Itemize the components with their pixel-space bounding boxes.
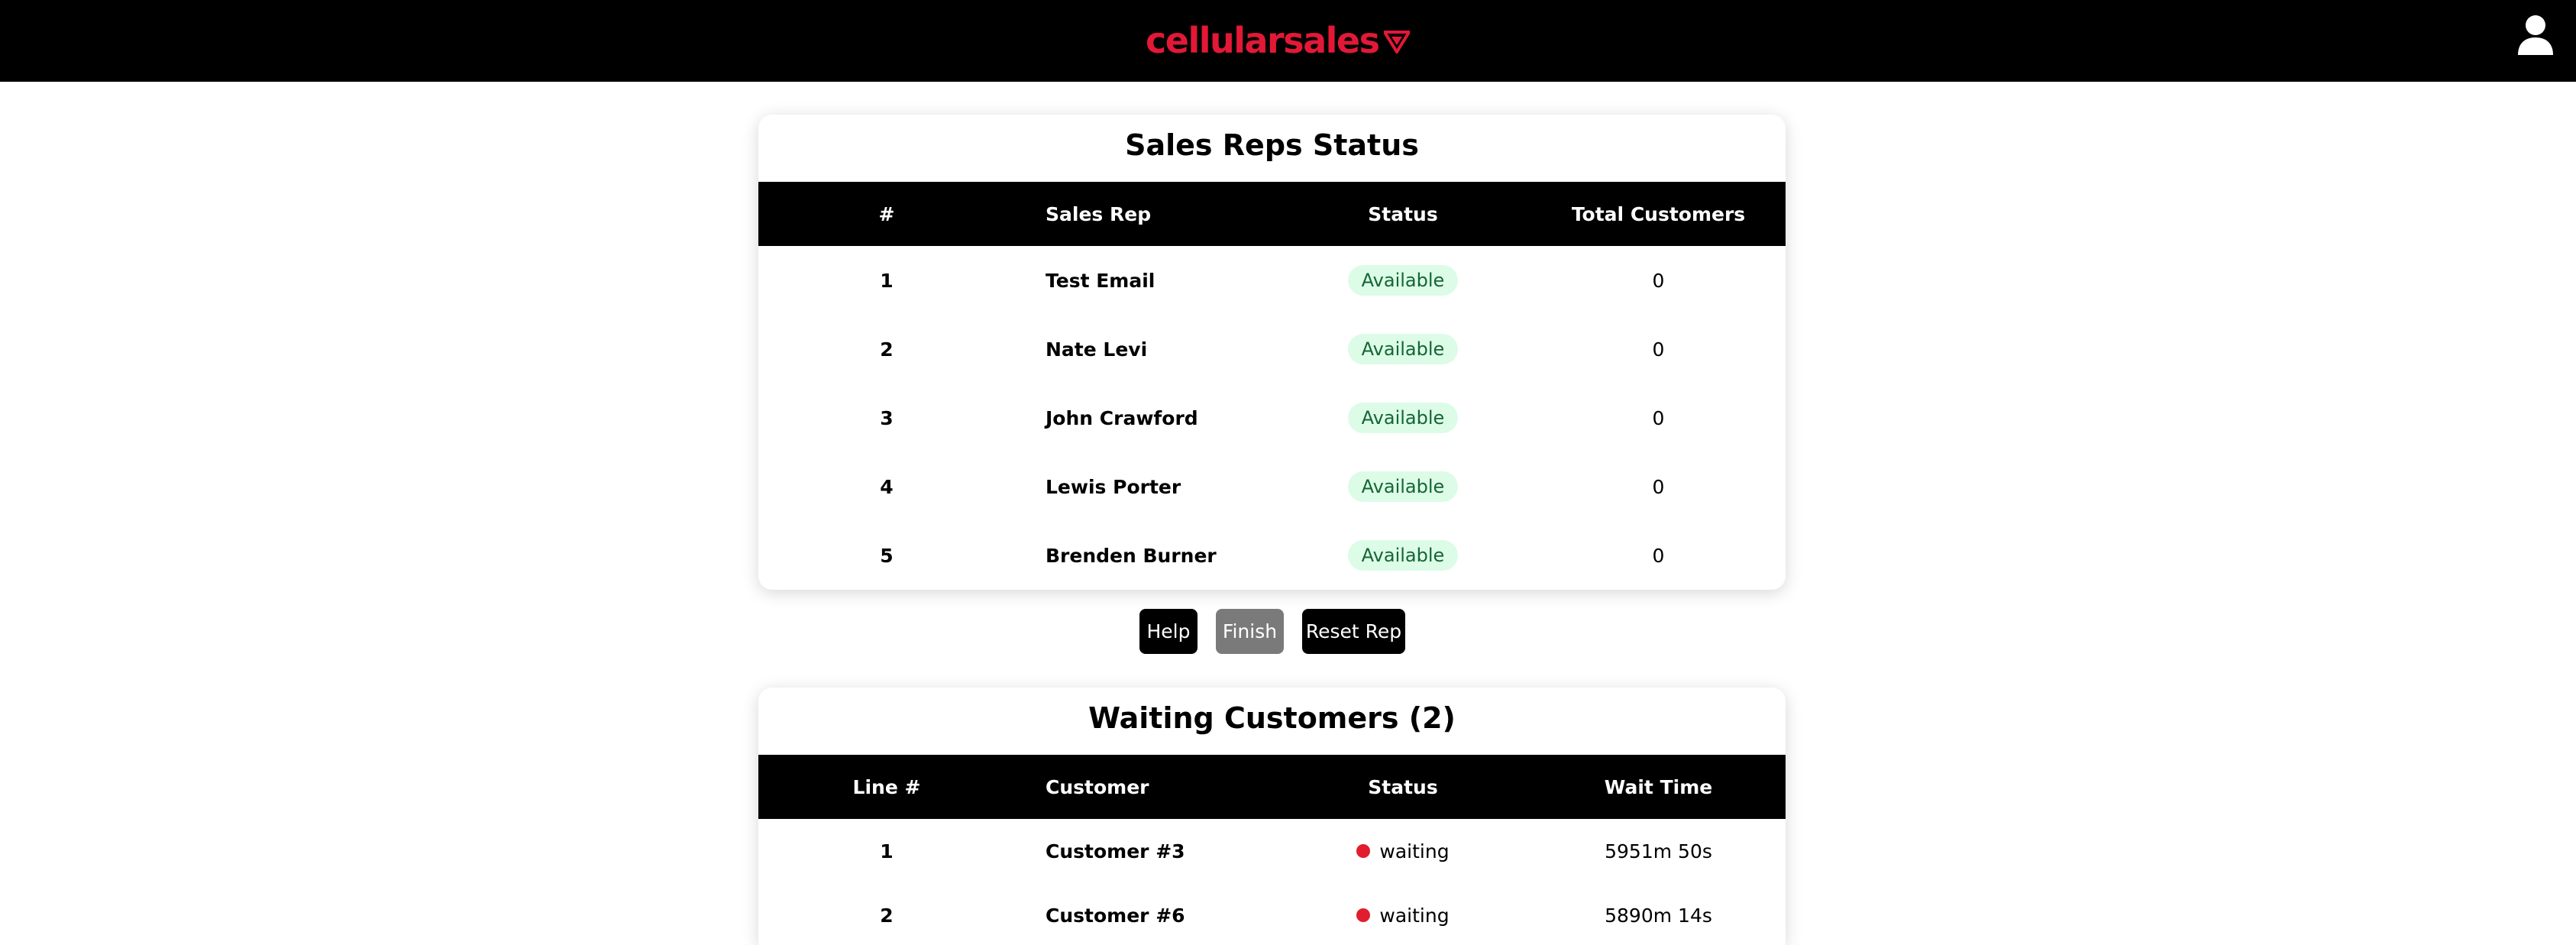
column-header-number: # xyxy=(878,202,895,225)
rep-name: Nate Levi xyxy=(1046,338,1148,361)
status-badge: Available xyxy=(1347,471,1459,502)
top-bar: cellularsales xyxy=(0,0,2576,82)
table-row[interactable]: 3 John Crawford Available 0 xyxy=(758,384,1786,452)
column-header-line-number: Line # xyxy=(852,775,921,798)
table-row[interactable]: 5 Brenden Burner Available 0 xyxy=(758,521,1786,590)
line-number: 1 xyxy=(880,840,894,862)
rep-name: John Crawford xyxy=(1046,406,1198,429)
user-icon[interactable] xyxy=(2516,14,2555,57)
table-row[interactable]: 1 Test Email Available 0 xyxy=(758,246,1786,315)
rep-name: Lewis Porter xyxy=(1046,475,1181,498)
rep-total-customers: 0 xyxy=(1652,269,1665,292)
column-header-status: Status xyxy=(1368,775,1438,798)
rep-name: Brenden Burner xyxy=(1046,544,1217,567)
rep-number: 5 xyxy=(880,544,894,567)
rep-number: 2 xyxy=(880,338,894,361)
action-buttons: Help Finish Reset Rep xyxy=(0,609,2576,655)
rep-total-customers: 0 xyxy=(1652,338,1665,361)
rep-number: 1 xyxy=(880,269,894,292)
status-badge: Available xyxy=(1347,265,1459,296)
table-header-row: # Sales Rep Status Total Customers xyxy=(758,182,1786,246)
column-header-customer: Customer xyxy=(1046,775,1149,798)
table-row[interactable]: 2 Nate Levi Available 0 xyxy=(758,315,1786,384)
logo-mark-icon xyxy=(1383,31,1410,53)
rep-number: 3 xyxy=(880,406,894,429)
waiting-status-text: waiting xyxy=(1379,904,1450,927)
status-badge: Available xyxy=(1347,540,1459,571)
brand-logo[interactable]: cellularsales xyxy=(1146,14,1410,67)
sales-reps-title: Sales Reps Status xyxy=(1125,128,1419,162)
help-button[interactable]: Help xyxy=(1139,609,1198,654)
waiting-status-dot-icon xyxy=(1356,908,1371,922)
sales-reps-card: Sales Reps Status # Sales Rep Status Tot… xyxy=(758,115,1786,590)
rep-total-customers: 0 xyxy=(1652,406,1665,429)
sales-reps-table: # Sales Rep Status Total Customers 1 Tes… xyxy=(758,182,1786,590)
table-row[interactable]: 2 Customer #6 waiting 5890m 14s xyxy=(758,883,1786,945)
waiting-customers-table: Line # Customer Status Wait Time 1 Custo… xyxy=(758,755,1786,945)
rep-total-customers: 0 xyxy=(1652,475,1665,498)
customer-name: Customer #6 xyxy=(1046,904,1185,927)
waiting-customers-title: Waiting Customers (2) xyxy=(1088,701,1456,735)
finish-button[interactable]: Finish xyxy=(1216,609,1284,654)
wait-time: 5951m 50s xyxy=(1605,840,1712,862)
customer-name: Customer #3 xyxy=(1046,840,1185,862)
rep-total-customers: 0 xyxy=(1652,544,1665,567)
table-row[interactable]: 4 Lewis Porter Available 0 xyxy=(758,452,1786,521)
line-number: 2 xyxy=(880,904,894,927)
column-header-total-customers: Total Customers xyxy=(1571,202,1746,225)
rep-name: Test Email xyxy=(1046,269,1155,292)
status-badge: Available xyxy=(1347,334,1459,364)
table-header-row: Line # Customer Status Wait Time xyxy=(758,755,1786,819)
column-header-status: Status xyxy=(1368,202,1438,225)
column-header-wait-time: Wait Time xyxy=(1604,775,1713,798)
table-row[interactable]: 1 Customer #3 waiting 5951m 50s xyxy=(758,819,1786,883)
waiting-customers-card: Waiting Customers (2) Line # Customer St… xyxy=(758,688,1786,945)
reset-rep-button[interactable]: Reset Rep xyxy=(1302,609,1405,654)
logo-text: cellularsales xyxy=(1146,20,1380,61)
waiting-status-text: waiting xyxy=(1379,840,1450,862)
status-badge: Available xyxy=(1347,403,1459,433)
wait-time: 5890m 14s xyxy=(1605,904,1712,927)
column-header-sales-rep: Sales Rep xyxy=(1046,202,1152,225)
rep-number: 4 xyxy=(880,475,894,498)
waiting-status-dot-icon xyxy=(1356,843,1371,858)
